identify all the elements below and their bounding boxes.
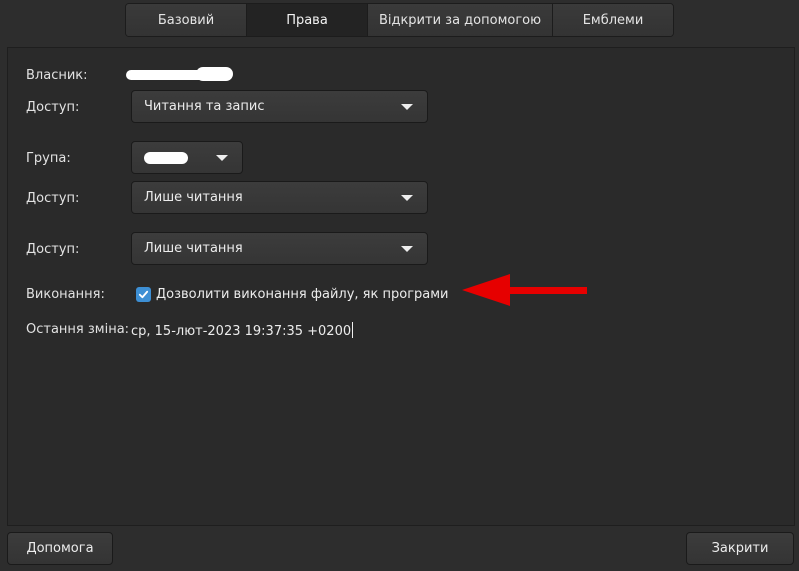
text-cursor: [352, 322, 354, 338]
execute-checkbox[interactable]: [136, 287, 151, 302]
group-access-dropdown[interactable]: Лише читання: [131, 181, 428, 214]
owner-access-dropdown[interactable]: Читання та запис: [131, 90, 428, 123]
group-label: Група:: [26, 151, 71, 166]
group-name-redacted: [144, 150, 216, 165]
tab-open-with[interactable]: Відкрити за допомогою: [368, 4, 553, 36]
group-dropdown[interactable]: [131, 141, 243, 174]
chevron-down-icon: [401, 103, 413, 110]
others-access-value: Лише читання: [144, 241, 243, 256]
checkmark-icon: [138, 290, 149, 299]
properties-dialog: Базовий Права Відкрити за допомогою Ембл…: [0, 0, 799, 571]
chevron-down-icon: [216, 154, 228, 161]
red-arrow-annotation-icon: [462, 274, 587, 306]
execute-checkbox-label[interactable]: Дозволити виконання файлу, як програми: [156, 287, 449, 302]
group-access-label: Доступ:: [26, 191, 80, 206]
execute-label: Виконання:: [26, 287, 105, 302]
others-access-dropdown[interactable]: Лише читання: [131, 232, 428, 265]
tab-permissions[interactable]: Права: [247, 4, 368, 36]
help-button[interactable]: Допомога: [7, 532, 113, 565]
modified-value[interactable]: ср, 15-лют-2023 19:37:35 +0200: [131, 322, 354, 339]
tab-bar: Базовий Права Відкрити за допомогою Ембл…: [125, 3, 674, 37]
modified-label: Остання зміна:: [26, 322, 130, 337]
modified-value-text: ср, 15-лют-2023 19:37:35 +0200: [131, 324, 352, 339]
tab-basic[interactable]: Базовий: [126, 4, 247, 36]
tab-emblems[interactable]: Емблеми: [553, 4, 673, 36]
owner-access-value: Читання та запис: [144, 99, 265, 114]
chevron-down-icon: [401, 194, 413, 201]
close-button[interactable]: Закрити: [686, 532, 794, 565]
owner-label: Власник:: [26, 68, 88, 83]
owner-access-label: Доступ:: [26, 100, 80, 115]
others-access-label: Доступ:: [26, 242, 80, 257]
group-access-value: Лише читання: [144, 190, 243, 205]
chevron-down-icon: [401, 245, 413, 252]
